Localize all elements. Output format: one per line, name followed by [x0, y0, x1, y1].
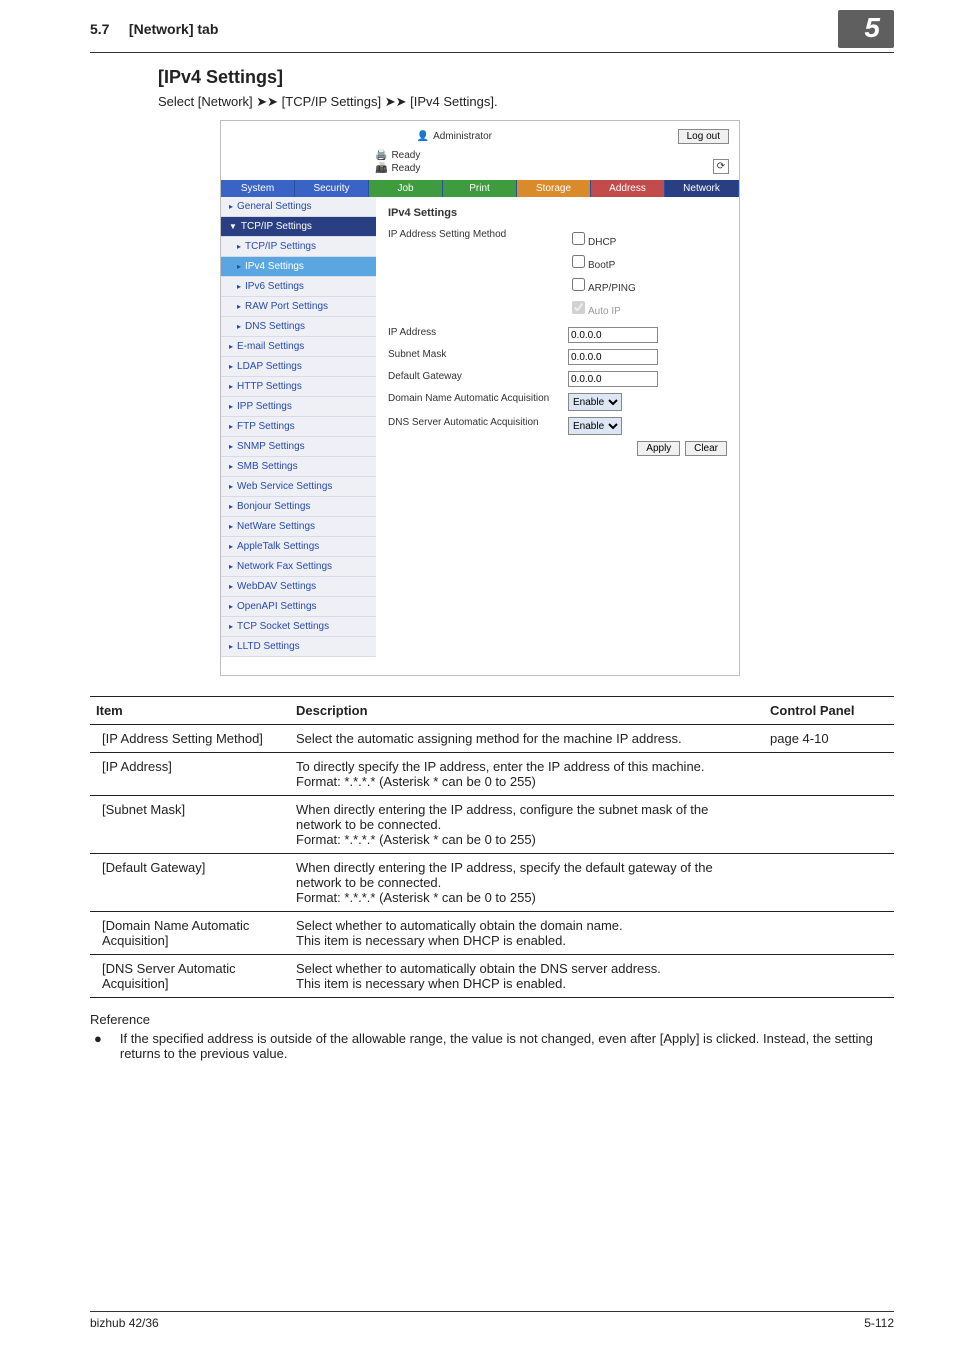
admin-label: Administrator: [433, 131, 492, 142]
sidebar-item[interactable]: LLTD Settings: [221, 637, 376, 657]
ready-2: Ready: [391, 163, 420, 174]
ip-address-label: IP Address: [388, 327, 568, 338]
sidebar-item[interactable]: DNS Settings: [221, 317, 376, 337]
page-header: 5.7 [Network] tab 5: [90, 0, 894, 53]
admin-screenshot: 👤 Administrator Log out 🖨️ Ready 📠 Ready ⟳…: [220, 120, 740, 676]
table-row: [IP Address Setting Method]Select the au…: [90, 725, 894, 753]
tab-address[interactable]: Address: [591, 180, 665, 197]
col-desc: Description: [290, 697, 764, 725]
table-row: [IP Address]To directly specify the IP a…: [90, 753, 894, 796]
ready-1: Ready: [391, 150, 420, 161]
sidebar-item[interactable]: IPv4 Settings: [221, 257, 376, 277]
sidebar-item[interactable]: HTTP Settings: [221, 377, 376, 397]
gateway-input[interactable]: [568, 371, 658, 387]
top-tabbar: SystemSecurityJobPrintStorageAddressNetw…: [221, 180, 739, 197]
sidebar-item[interactable]: TCP/IP Settings: [221, 217, 376, 237]
sidebar-item[interactable]: RAW Port Settings: [221, 297, 376, 317]
table-row: [Default Gateway]When directly entering …: [90, 854, 894, 912]
apply-button[interactable]: Apply: [637, 441, 680, 456]
tab-print[interactable]: Print: [443, 180, 517, 197]
sidebar-item[interactable]: NetWare Settings: [221, 517, 376, 537]
section-number: 5.7: [90, 21, 109, 37]
tab-system[interactable]: System: [221, 180, 295, 197]
sidebar-item[interactable]: SMB Settings: [221, 457, 376, 477]
table-row: [DNS Server Automatic Acquisition]Select…: [90, 955, 894, 998]
sidebar-item[interactable]: General Settings: [221, 197, 376, 217]
clear-button[interactable]: Clear: [685, 441, 727, 456]
subnet-label: Subnet Mask: [388, 349, 568, 360]
tab-security[interactable]: Security: [295, 180, 369, 197]
sidebar: General SettingsTCP/IP SettingsTCP/IP Se…: [221, 197, 376, 657]
domain-acq-select[interactable]: Enable: [568, 393, 622, 411]
section-name: [Network] tab: [129, 21, 218, 37]
bootp-checkbox[interactable]: BootP: [568, 252, 636, 271]
sidebar-item[interactable]: IPv6 Settings: [221, 277, 376, 297]
panel-title: IPv4 Settings: [388, 207, 727, 219]
reference-text: If the specified address is outside of t…: [120, 1031, 894, 1061]
col-item: Item: [90, 697, 290, 725]
sidebar-item[interactable]: FTP Settings: [221, 417, 376, 437]
tab-job[interactable]: Job: [369, 180, 443, 197]
col-cp: Control Panel: [764, 697, 894, 725]
ip-address-input[interactable]: [568, 327, 658, 343]
ip-method-label: IP Address Setting Method: [388, 229, 568, 240]
breadcrumb: Select [Network] ➤➤ [TCP/IP Settings] ➤➤…: [158, 94, 894, 110]
autoip-checkbox[interactable]: Auto IP: [568, 298, 636, 317]
reference-item: ● If the specified address is outside of…: [94, 1031, 894, 1061]
reference-heading: Reference: [90, 1012, 894, 1027]
sidebar-item[interactable]: AppleTalk Settings: [221, 537, 376, 557]
sidebar-item[interactable]: OpenAPI Settings: [221, 597, 376, 617]
domain-acq-label: Domain Name Automatic Acquisition: [388, 393, 568, 404]
refresh-button[interactable]: ⟳: [713, 159, 729, 174]
sidebar-item[interactable]: WebDAV Settings: [221, 577, 376, 597]
subnet-input[interactable]: [568, 349, 658, 365]
sidebar-item[interactable]: TCP Socket Settings: [221, 617, 376, 637]
settings-panel: IPv4 Settings IP Address Setting Method …: [376, 197, 739, 657]
bullet-icon: ●: [94, 1031, 102, 1061]
user-icon: 👤: [417, 131, 429, 142]
gateway-label: Default Gateway: [388, 371, 568, 382]
dns-acq-label: DNS Server Automatic Acquisition: [388, 417, 568, 428]
footer-right: 5-112: [864, 1316, 894, 1330]
description-table: Item Description Control Panel [IP Addre…: [90, 696, 894, 998]
sidebar-item[interactable]: LDAP Settings: [221, 357, 376, 377]
sidebar-item[interactable]: E-mail Settings: [221, 337, 376, 357]
table-row: [Subnet Mask]When directly entering the …: [90, 796, 894, 854]
tab-storage[interactable]: Storage: [517, 180, 591, 197]
table-row: [Domain Name Automatic Acquisition]Selec…: [90, 912, 894, 955]
sidebar-item[interactable]: Network Fax Settings: [221, 557, 376, 577]
sidebar-item[interactable]: IPP Settings: [221, 397, 376, 417]
sidebar-item[interactable]: TCP/IP Settings: [221, 237, 376, 257]
sidebar-item[interactable]: Bonjour Settings: [221, 497, 376, 517]
page-footer: bizhub 42/36 5-112: [90, 1311, 894, 1330]
printer-icon: 🖨️: [375, 150, 387, 161]
page-title: [IPv4 Settings]: [158, 67, 894, 88]
chapter-badge: 5: [838, 10, 894, 48]
tab-network[interactable]: Network: [665, 180, 739, 197]
logout-button[interactable]: Log out: [678, 129, 729, 144]
sidebar-item[interactable]: SNMP Settings: [221, 437, 376, 457]
scanner-icon: 📠: [375, 163, 387, 174]
sidebar-item[interactable]: Web Service Settings: [221, 477, 376, 497]
dhcp-checkbox[interactable]: DHCP: [568, 229, 636, 248]
arpping-checkbox[interactable]: ARP/PING: [568, 275, 636, 294]
footer-left: bizhub 42/36: [90, 1316, 159, 1330]
dns-acq-select[interactable]: Enable: [568, 417, 622, 435]
